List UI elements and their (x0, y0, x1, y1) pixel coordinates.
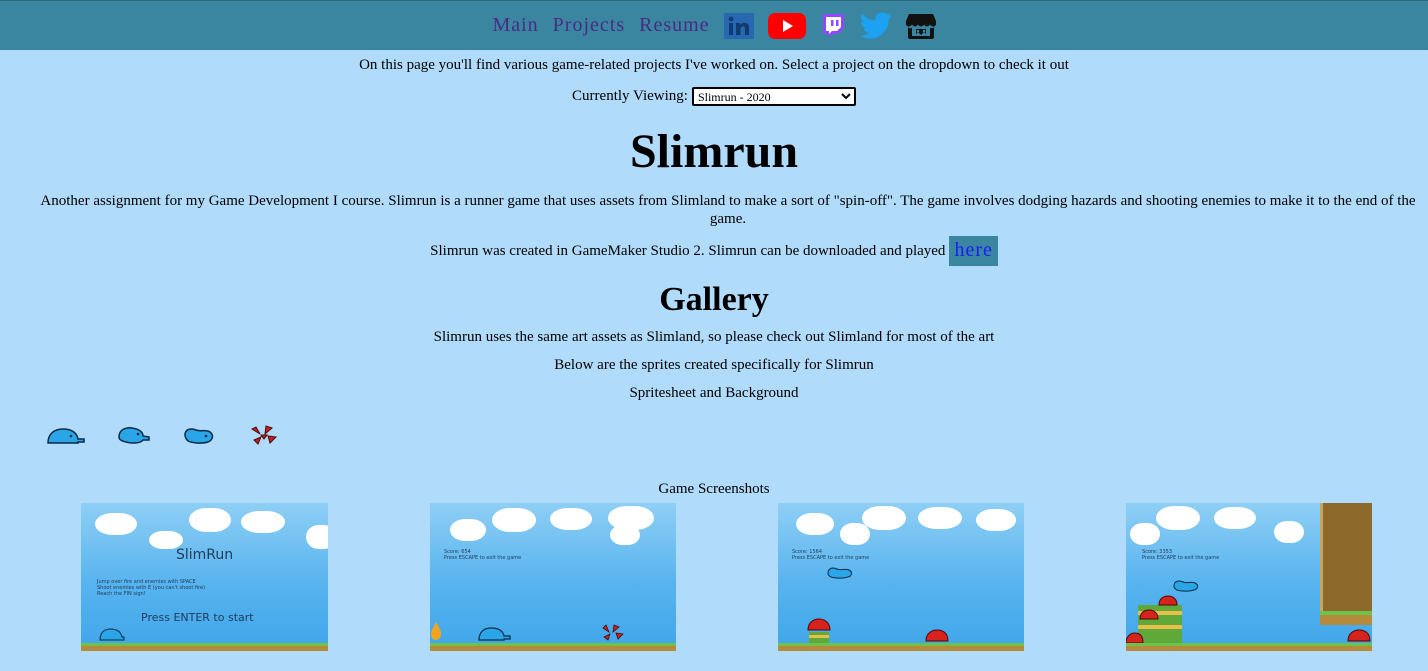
created-text: Slimrun was created in GameMaker Studio … (430, 242, 946, 259)
slime-sprite-hop (118, 427, 150, 444)
itchio-icon[interactable] (905, 12, 937, 40)
twitch-icon[interactable] (819, 12, 847, 40)
slime-icon (99, 628, 125, 641)
gallery-line-3: Spritesheet and Background (629, 385, 799, 401)
currently-viewing-label: Currently Viewing: (572, 88, 688, 104)
shot-score-hud: Score: 654 Press ESCAPE to exit the game (444, 549, 522, 561)
slime-sprite-jump (184, 428, 214, 444)
twitter-icon[interactable] (859, 11, 893, 40)
spritesheet (46, 420, 1428, 450)
slime-icon (827, 567, 852, 579)
enemy-stack-icon (1126, 595, 1182, 645)
shot-instructions: Jump over fire and enemies with SPACE Sh… (97, 579, 206, 597)
shot-game-title: SlimRun (176, 547, 234, 563)
shot-score-hud: Score: 1564 Press ESCAPE to exit the gam… (792, 549, 870, 561)
slime-sprite-splat (250, 425, 278, 445)
shot-score-hud: Score: 3353 Press ESCAPE to exit the gam… (1142, 549, 1220, 561)
nav-main-link[interactable]: Main (492, 14, 538, 37)
screenshot-gameplay-2[interactable]: Score: 1564 Press ESCAPE to exit the gam… (778, 503, 1024, 651)
project-description: Another assignment for my Game Developme… (40, 193, 1416, 227)
slime-sprite-idle (47, 428, 85, 444)
nav-resume-link[interactable]: Resume (639, 14, 709, 37)
project-title: Slimrun (629, 125, 799, 178)
fire-hazard-icon (431, 622, 441, 640)
splat-icon (602, 624, 624, 641)
enemy-on-platform-icon (807, 618, 831, 643)
red-slime-enemy-icon (1347, 629, 1371, 642)
slime-icon (1173, 580, 1198, 592)
shot-start-prompt: Press ENTER to start (141, 611, 254, 624)
gallery-heading: Gallery (659, 281, 769, 318)
screenshots-label: Game Screenshots (658, 481, 770, 497)
linkedin-icon[interactable] (723, 12, 755, 40)
top-navbar: Main Projects Resume (0, 0, 1428, 50)
project-dropdown[interactable]: Slimrun - 2020 (691, 87, 856, 106)
screenshot-gameplay-1[interactable]: Score: 654 Press ESCAPE to exit the game (430, 503, 676, 651)
screenshot-gameplay-3[interactable]: Score: 3353 Press ESCAPE to exit the gam… (1126, 503, 1372, 651)
slime-icon (478, 627, 511, 641)
red-slime-enemy-icon (925, 629, 949, 642)
project-selector-row: Currently Viewing: Slimrun - 2020 (0, 87, 1428, 106)
youtube-icon[interactable] (767, 12, 807, 40)
gallery-line-2: Below are the sprites created specifical… (554, 357, 874, 373)
screenshots-row: SlimRun Jump over fire and enemies with … (0, 503, 1428, 653)
created-row: Slimrun was created in GameMaker Studio … (0, 236, 1428, 266)
intro-text: On this page you'll find various game-re… (359, 57, 1069, 73)
download-here-link[interactable]: here (949, 236, 998, 266)
screenshot-title-screen[interactable]: SlimRun Jump over fire and enemies with … (81, 503, 328, 651)
nav-projects-link[interactable]: Projects (553, 14, 625, 37)
gallery-line-1: Slimrun uses the same art assets as Slim… (433, 329, 995, 345)
